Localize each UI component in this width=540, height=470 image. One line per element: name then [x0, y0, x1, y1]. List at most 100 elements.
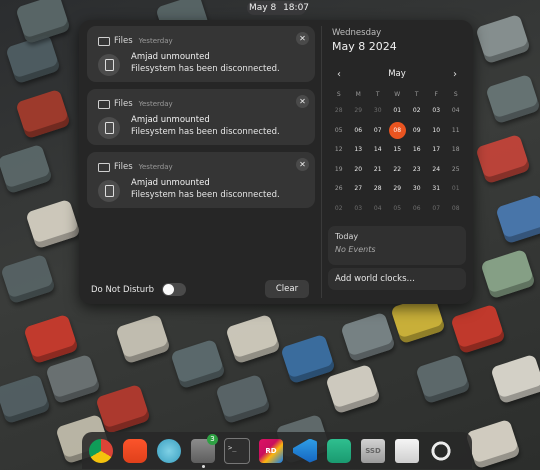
calendar-day-number: 04	[451, 107, 460, 114]
calendar-day[interactable]: 10	[427, 121, 447, 141]
calendar-day-number: 29	[354, 107, 363, 114]
calendar-day-number: 02	[412, 107, 421, 114]
calendar-day[interactable]: 06	[407, 199, 427, 219]
calendar-weekday[interactable]: Wednesday	[332, 28, 466, 38]
dock-item[interactable]: SSD	[358, 436, 388, 466]
notification-card[interactable]: Files Yesterday ✕ Amjad unmounted Filesy…	[87, 89, 315, 145]
calendar-day[interactable]: 25	[446, 160, 466, 180]
calendar-day[interactable]: 04	[368, 199, 388, 219]
calendar-day[interactable]: 23	[407, 160, 427, 180]
dock-item[interactable]: >_	[222, 436, 252, 466]
calendar-day[interactable]: 02	[407, 101, 427, 121]
calendar-weekday-header: S	[336, 91, 341, 98]
add-world-clocks-button[interactable]: Add world clocks…	[328, 268, 466, 290]
calendar-day[interactable]: 08	[446, 199, 466, 219]
calendar-full-date[interactable]: May 8 2024	[332, 40, 466, 53]
notification-app-name: Files	[114, 36, 133, 46]
calendar-day-number: 19	[334, 165, 343, 173]
notification-card[interactable]: Files Yesterday ✕ Amjad unmounted Filesy…	[87, 152, 315, 208]
calendar-day[interactable]: 05	[329, 121, 349, 141]
close-icon[interactable]: ✕	[296, 158, 309, 171]
do-not-disturb-row: Do Not Disturb	[91, 283, 186, 296]
calendar-day[interactable]: 14	[368, 140, 388, 160]
close-icon[interactable]: ✕	[296, 32, 309, 45]
calendar-day[interactable]: 27	[349, 179, 369, 199]
calendar-day-number: 07	[373, 126, 382, 134]
dock-item-label: RD	[265, 446, 277, 455]
calendar-day-number: 16	[412, 146, 421, 153]
calendar-panel: Wednesday May 8 2024 ‹ May › S M T W T F S 28 29…	[328, 28, 466, 290]
dock-item[interactable]	[426, 436, 456, 466]
calendar-day[interactable]: 29	[388, 179, 408, 199]
notification-body: Filesystem has been disconnected.	[131, 190, 280, 200]
calendar-day[interactable]: 26	[329, 179, 349, 199]
notification-list: Files Yesterday ✕ Amjad unmounted Filesy…	[87, 26, 315, 215]
dock-item[interactable]: 3	[188, 433, 218, 468]
calendar-day[interactable]: 19	[329, 160, 349, 180]
calendar-day[interactable]: 21	[368, 160, 388, 180]
calendar-day-number: 08	[451, 204, 460, 212]
top-bar-date: May 8	[249, 3, 277, 13]
calendar-day[interactable]: 07	[427, 199, 447, 219]
calendar-day[interactable]: 03	[349, 199, 369, 219]
notification-title: Amjad unmounted	[131, 115, 210, 125]
dock-item[interactable]	[120, 436, 150, 466]
clear-button[interactable]: Clear	[265, 280, 309, 298]
dock-item-label: SSD	[365, 446, 381, 455]
calendar-day[interactable]: 17	[427, 140, 447, 160]
calendar-day-today[interactable]: 08	[388, 121, 408, 141]
events-section[interactable]: Today No Events	[328, 226, 466, 265]
calendar-day[interactable]: 01	[388, 101, 408, 121]
calendar-day[interactable]: 07	[368, 121, 388, 141]
calendar-day[interactable]: 22	[388, 160, 408, 180]
calendar-day[interactable]: 28	[368, 179, 388, 199]
calendar-day[interactable]: 24	[427, 160, 447, 180]
calendar-day-number: 23	[412, 165, 421, 173]
calendar-day[interactable]: 12	[329, 140, 349, 160]
calendar-day-number: 30	[373, 107, 382, 114]
calendar-day[interactable]: 02	[329, 199, 349, 219]
calendar-day[interactable]: 15	[388, 140, 408, 160]
notification-card[interactable]: Files Yesterday ✕ Amjad unmounted Filesy…	[87, 26, 315, 82]
calendar-day[interactable]: 11	[446, 121, 466, 141]
top-bar-clock[interactable]: May 8 18:07	[247, 1, 309, 15]
ubuntu-apps-icon	[429, 438, 453, 463]
calendar-day[interactable]: 06	[349, 121, 369, 141]
dock-item[interactable]: RD	[256, 436, 286, 466]
calendar-day-number: 29	[393, 185, 402, 192]
calendar-day[interactable]: 31	[427, 179, 447, 199]
calendar-day[interactable]: 28	[329, 101, 349, 121]
dock-item[interactable]	[290, 436, 320, 466]
dock-item[interactable]	[324, 436, 354, 466]
calendar-month-header: ‹ May ›	[328, 69, 466, 83]
calendar-day[interactable]: 30	[368, 101, 388, 121]
calendar-day[interactable]: 13	[349, 140, 369, 160]
calendar-day[interactable]: 18	[446, 140, 466, 160]
close-icon[interactable]: ✕	[296, 95, 309, 108]
calendar-day-number: 03	[432, 107, 441, 114]
calendar-day[interactable]: 01	[446, 179, 466, 199]
calendar-day[interactable]: 30	[407, 179, 427, 199]
chevron-right-icon[interactable]: ›	[448, 69, 462, 80]
calendar-day[interactable]: 04	[446, 101, 466, 121]
calendar-day[interactable]: 09	[407, 121, 427, 141]
notification-time: Yesterday	[138, 100, 173, 108]
dock-item[interactable]	[154, 436, 184, 466]
calendar-day-number: 06	[354, 126, 363, 134]
calendar-day-number: 18	[451, 146, 460, 153]
do-not-disturb-toggle[interactable]	[162, 283, 186, 296]
calendar-day[interactable]: 16	[407, 140, 427, 160]
dock-item[interactable]	[392, 436, 422, 466]
calendar-day[interactable]: 29	[349, 101, 369, 121]
calendar-day[interactable]: 05	[388, 199, 408, 219]
calendar-day-number: 26	[334, 185, 343, 192]
drive-icon	[98, 117, 120, 139]
dock-item[interactable]	[86, 436, 116, 466]
calendar-day[interactable]: 20	[349, 160, 369, 180]
calendar-weekday-header: M	[355, 91, 361, 98]
notification-header: Files Yesterday	[98, 162, 173, 172]
calendar-day[interactable]: 03	[427, 101, 447, 121]
notification-time: Yesterday	[138, 37, 173, 45]
calendar-day-number: 27	[354, 185, 363, 192]
notification-count-badge: 3	[207, 433, 218, 445]
